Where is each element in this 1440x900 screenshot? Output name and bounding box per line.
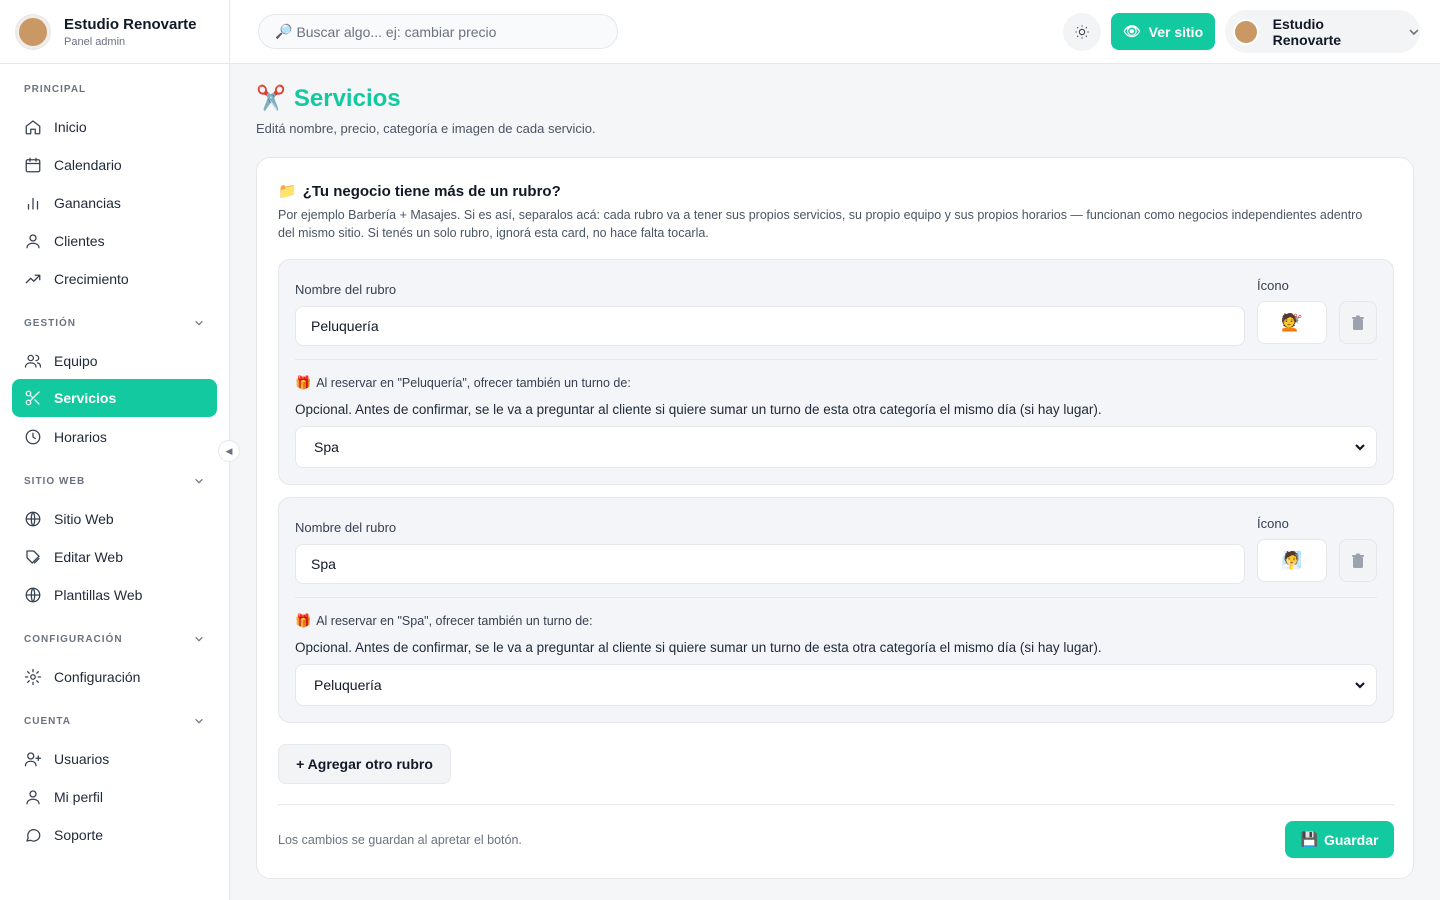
sidebar-item-calendario[interactable]: Calendario: [12, 146, 217, 184]
floppy-disk-icon: 💾: [1300, 831, 1318, 847]
card-description: Por ejemplo Barbería + Masajes. Si es as…: [278, 208, 1363, 240]
globe-icon: [25, 587, 41, 603]
section-label-gestion[interactable]: GESTIÓN: [24, 318, 204, 329]
sidebar-item-servicios[interactable]: Servicios: [12, 379, 217, 417]
offer-description: Opcional. Antes de confirmar, se le va a…: [295, 402, 1102, 417]
sidebar-item-mi-perfil[interactable]: Mi perfil: [12, 778, 217, 816]
calendar-icon: [25, 157, 41, 173]
rubro-icon-picker[interactable]: 🧖: [1257, 539, 1327, 582]
divider: [295, 597, 1377, 598]
rubro-name-label: Nombre del rubro: [295, 520, 397, 535]
users-icon: [24, 354, 42, 368]
rubros-card: 📁 ¿Tu negocio tiene más de un rubro? Por…: [256, 157, 1414, 879]
gear-icon: [24, 668, 42, 686]
sidebar: Estudio Renovarte Panel admin PRINCIPAL …: [0, 0, 230, 900]
folder-icon: 📁: [278, 183, 297, 200]
add-rubro-button[interactable]: + Agregar otro rubro: [278, 744, 451, 784]
trash-icon: [1352, 315, 1364, 330]
sidebar-item-sitio-web[interactable]: Sitio Web: [12, 500, 217, 538]
offer-category-select[interactable]: Peluquería: [295, 664, 1377, 706]
rubro-icon-label: Ícono: [1257, 516, 1289, 531]
rubro-item: Nombre del rubro Ícono 💇 🎁 Al reservar e…: [278, 259, 1394, 485]
user-plus-icon: [24, 752, 42, 767]
sidebar-item-horarios[interactable]: Horarios: [12, 418, 217, 456]
offer-title: 🎁 Al reservar en "Peluquería", ofrecer t…: [295, 375, 631, 390]
save-button[interactable]: 💾 Guardar: [1285, 821, 1394, 858]
sidebar-item-crecimiento[interactable]: Crecimiento: [12, 260, 217, 298]
chevron-down-icon: [1355, 682, 1365, 689]
scissors-icon: [25, 390, 40, 406]
search-input[interactable]: [296, 23, 597, 40]
card-title: 📁 ¿Tu negocio tiene más de un rubro?: [278, 182, 561, 201]
rubro-name-input[interactable]: [295, 306, 1245, 346]
topbar: 🔎 👁 Ver sitio Estudio Renovarte: [230, 0, 1440, 64]
globe-icon: [25, 511, 41, 527]
section-label-principal: PRINCIPAL: [24, 84, 87, 95]
gift-icon: 🎁: [295, 613, 312, 628]
chevron-down-icon: [195, 636, 203, 642]
search-icon: 🔎: [275, 23, 293, 39]
avatar: [1233, 18, 1259, 45]
brand-avatar: [16, 14, 50, 49]
rubro-item: Nombre del rubro Ícono 🧖 🎁 Al reservar e…: [278, 497, 1394, 723]
chat-bubble-icon: [26, 829, 41, 842]
section-label-sitio-web[interactable]: SITIO WEB: [24, 476, 204, 487]
rubro-name-label: Nombre del rubro: [295, 282, 397, 297]
rubro-icon-label: Ícono: [1257, 278, 1289, 293]
rubro-icon-picker[interactable]: 💇: [1257, 301, 1327, 344]
chevron-down-icon: [195, 478, 203, 484]
haircut-icon: 💇: [1281, 312, 1303, 332]
sidebar-item-equipo[interactable]: Equipo: [12, 342, 217, 380]
edit-tag-icon: [26, 550, 40, 564]
chevron-down-icon: [195, 320, 203, 326]
sidebar-item-clientes[interactable]: Clientes: [12, 222, 217, 260]
trending-up-icon: [25, 274, 41, 284]
home-icon: [25, 120, 41, 135]
theme-toggle-button[interactable]: [1063, 13, 1101, 51]
section-label-cuenta[interactable]: CUENTA: [24, 716, 204, 727]
sidebar-item-configuracion[interactable]: Configuración: [12, 658, 217, 696]
page-title: ✂️ Servicios: [256, 84, 401, 113]
sidebar-item-plantillas-web[interactable]: Plantillas Web: [12, 576, 217, 614]
chevron-down-icon: [1355, 444, 1365, 451]
page-header: ✂️ Servicios Editá nombre, precio, categ…: [256, 84, 596, 137]
chevron-down-icon: [1409, 28, 1419, 35]
ver-sitio-button[interactable]: 👁 Ver sitio: [1111, 13, 1215, 50]
user-icon: [26, 234, 40, 249]
rubro-name-input[interactable]: [295, 544, 1245, 584]
trash-icon: [1352, 553, 1364, 568]
brand-subtitle: Panel admin: [64, 35, 126, 48]
sidebar-item-soporte[interactable]: Soporte: [12, 816, 217, 854]
offer-category-select[interactable]: Spa: [295, 426, 1377, 468]
sidebar-item-usuarios[interactable]: Usuarios: [12, 740, 217, 778]
chevron-down-icon: [195, 718, 203, 724]
clock-icon: [25, 429, 41, 445]
user-icon: [26, 790, 40, 805]
spa-icon: 🧖: [1281, 550, 1303, 570]
user-name: Estudio Renovarte: [1272, 15, 1342, 48]
sidebar-item-ganancias[interactable]: Ganancias: [12, 184, 217, 222]
search-box[interactable]: 🔎: [258, 14, 618, 49]
brand[interactable]: Estudio Renovarte Panel admin: [0, 0, 229, 64]
page-subtitle: Editá nombre, precio, categoría e imagen…: [256, 121, 596, 136]
save-note: Los cambios se guardan al apretar el bot…: [278, 833, 522, 847]
section-label-configuracion[interactable]: CONFIGURACIÓN: [24, 634, 204, 645]
sun-icon: [1075, 25, 1089, 39]
delete-rubro-button[interactable]: [1339, 539, 1377, 582]
user-menu[interactable]: Estudio Renovarte: [1225, 10, 1420, 53]
divider: [295, 359, 1377, 360]
bar-chart-icon: [27, 197, 39, 210]
eye-icon: 👁: [1122, 23, 1141, 39]
sidebar-item-editar-web[interactable]: Editar Web: [12, 538, 217, 576]
delete-rubro-button[interactable]: [1339, 301, 1377, 344]
sidebar-collapse-button[interactable]: ◀: [218, 440, 240, 462]
sidebar-item-inicio[interactable]: Inicio: [12, 108, 217, 146]
gift-icon: 🎁: [295, 375, 312, 390]
offer-description: Opcional. Antes de confirmar, se le va a…: [295, 640, 1102, 655]
brand-name: Estudio Renovarte: [64, 15, 197, 33]
divider: [278, 804, 1394, 805]
scissors-icon: ✂️: [256, 85, 286, 112]
offer-title: 🎁 Al reservar en "Spa", ofrecer también …: [295, 613, 593, 628]
